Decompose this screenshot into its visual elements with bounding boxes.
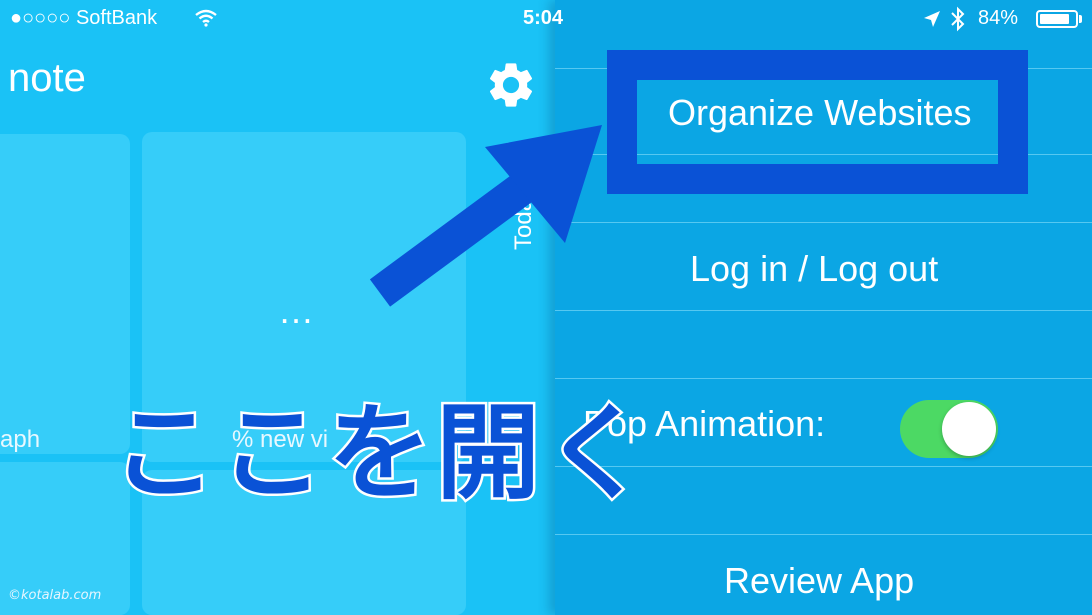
menu-divider <box>555 310 1092 311</box>
wifi-icon <box>195 9 217 27</box>
menu-divider <box>555 222 1092 223</box>
toggle-knob <box>942 402 996 456</box>
watermark: ©kotalab.com <box>8 588 102 603</box>
gear-icon[interactable] <box>484 58 538 112</box>
graph-tile[interactable] <box>0 134 130 454</box>
bluetooth-icon <box>951 6 965 32</box>
carrier-signal: ●○○○○ SoftBank <box>10 7 158 29</box>
battery-percent: 84% <box>978 7 1019 29</box>
menu-divider <box>555 534 1092 535</box>
battery-level-fill <box>1040 14 1069 24</box>
graph-tile-label: aph <box>0 426 41 453</box>
pop-animation-toggle[interactable] <box>900 400 998 458</box>
location-arrow-icon <box>924 11 940 27</box>
review-app-button[interactable]: Review App <box>724 560 914 602</box>
app-title: note <box>8 56 86 100</box>
battery-tip <box>1079 15 1082 23</box>
highlight-box <box>607 50 1028 194</box>
annotation-caption: ここを開く <box>109 390 653 517</box>
pointer-arrow-icon <box>369 125 602 307</box>
loading-dots: … <box>278 290 320 331</box>
status-time: 5:04 <box>523 7 564 29</box>
login-logout-button[interactable]: Log in / Log out <box>690 248 938 290</box>
battery-icon <box>1036 10 1078 28</box>
